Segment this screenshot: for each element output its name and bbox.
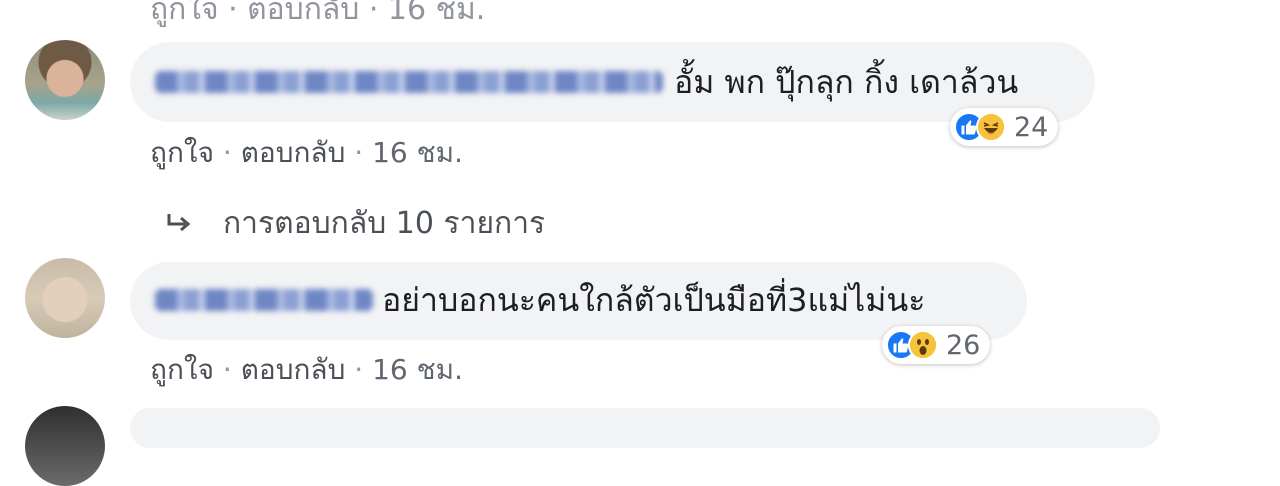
commenter-name-blurred[interactable]: [155, 289, 373, 311]
separator: ·: [222, 353, 232, 386]
comment-actions: ถูกใจ · ตอบกลับ · 16 ชม.: [150, 131, 463, 175]
reply-arrow-icon: [167, 213, 191, 231]
separator: ·: [354, 136, 364, 169]
avatar[interactable]: [25, 406, 105, 486]
separator: ·: [354, 353, 364, 386]
comment-text: อย่าบอกนะคนใกล้ตัวเป็นมือที่3แม่ไม่นะ: [382, 281, 926, 319]
reply-link[interactable]: ตอบกลับ: [241, 136, 346, 169]
reaction-summary[interactable]: 24: [950, 108, 1059, 146]
comment-actions: ถูกใจ · ตอบกลับ · 16 ชม.: [150, 348, 463, 392]
avatar[interactable]: [25, 258, 105, 338]
previous-comment-actions: ถูกใจ · ตอบกลับ · 16 ชม.: [150, 0, 486, 27]
like-link[interactable]: ถูกใจ: [150, 353, 214, 386]
comment-bubble: อั้ม พก ปุ๊กลุก กิ้ง เดาล้วน: [130, 42, 1095, 122]
comment-bubble: [130, 408, 1160, 448]
view-replies-link[interactable]: การตอบกลับ 10 รายการ: [163, 200, 545, 247]
reaction-summary[interactable]: 26: [882, 326, 991, 364]
separator: ·: [222, 136, 232, 169]
wow-icon: [908, 330, 938, 360]
reaction-count: 24: [1014, 111, 1049, 143]
haha-icon: [976, 112, 1006, 142]
avatar[interactable]: [25, 40, 105, 120]
comment-text: อั้ม พก ปุ๊กลุก กิ้ง เดาล้วน: [674, 63, 1019, 101]
like-link[interactable]: ถูกใจ: [150, 136, 214, 169]
commenter-name-blurred[interactable]: [155, 71, 663, 93]
view-replies-label: การตอบกลับ 10 รายการ: [223, 206, 546, 241]
reply-link[interactable]: ตอบกลับ: [241, 353, 346, 386]
timestamp[interactable]: 16 ชม.: [372, 353, 463, 386]
reaction-count: 26: [946, 329, 981, 361]
timestamp[interactable]: 16 ชม.: [372, 136, 463, 169]
